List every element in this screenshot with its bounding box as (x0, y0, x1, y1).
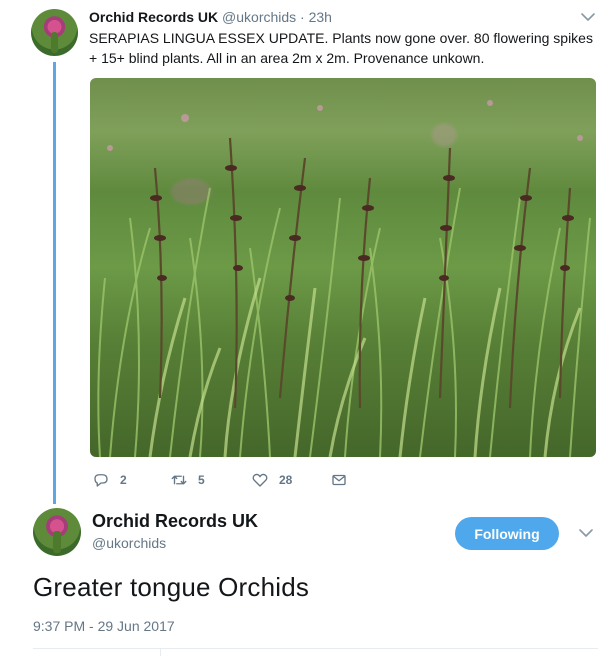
tweet-photo[interactable] (90, 78, 596, 457)
author-name[interactable]: Orchid Records UK (89, 9, 218, 25)
chevron-down-icon[interactable] (579, 10, 597, 24)
retweet-icon (171, 475, 187, 485)
following-button[interactable]: Following (455, 517, 559, 550)
heart-icon (252, 473, 268, 487)
user-avatar[interactable] (31, 9, 78, 56)
direct-message-button[interactable] (330, 469, 358, 491)
divider (160, 648, 161, 656)
reply-icon (94, 474, 108, 487)
tweet-actions: 2 5 28 (90, 469, 390, 491)
tweet-text: Greater tongue Orchids (33, 572, 310, 602)
user-avatar[interactable] (33, 508, 81, 556)
retweet-count: 5 (198, 473, 205, 487)
divider (33, 648, 598, 649)
author-handle[interactable]: @ukorchids (92, 535, 166, 551)
thread-connector-line (53, 62, 56, 504)
like-button[interactable]: 28 (251, 469, 292, 491)
retweet-button[interactable]: 5 (170, 469, 205, 491)
reply-button[interactable]: 2 (92, 469, 127, 491)
orchid-grass-illustration (97, 100, 591, 457)
like-count: 28 (279, 473, 293, 487)
author-name[interactable]: Orchid Records UK (92, 511, 258, 532)
tweet-text: SERAPIAS LINGUA ESSEX UPDATE. Plants now… (89, 30, 593, 66)
tweet-timestamp[interactable]: 9:37 PM - 29 Jun 2017 (33, 618, 175, 634)
tweet-header: Orchid Records UK @ukorchids · 23h (89, 9, 332, 25)
envelope-icon (332, 474, 346, 486)
handle-and-time[interactable]: @ukorchids · 23h (222, 9, 332, 25)
chevron-down-icon[interactable] (577, 526, 595, 540)
reply-count: 2 (120, 473, 127, 487)
